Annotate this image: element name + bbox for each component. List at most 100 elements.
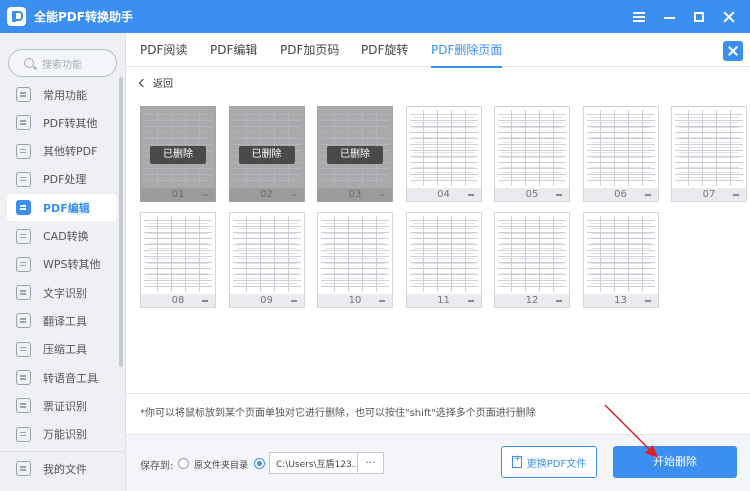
sidebar-item-my-files[interactable]: 我的文件 (7, 455, 117, 482)
sidebar-item-label: 压缩工具 (43, 343, 87, 357)
search-input[interactable]: 搜索功能 (42, 56, 82, 71)
tab-pdf-edit[interactable]: PDF编辑 (210, 33, 257, 67)
deleted-badge: 已删除 (238, 146, 295, 164)
sidebar-item-icon (16, 87, 31, 102)
sidebar-item-icon (16, 171, 31, 187)
sidebar-item[interactable]: PDF转其他 (7, 109, 117, 136)
page-thumbnail[interactable]: 10 (317, 212, 393, 308)
radio-custom-path[interactable] (254, 458, 265, 469)
sidebar-item[interactable]: CAD转换 (7, 223, 117, 250)
minimize-button[interactable] (656, 4, 682, 30)
sidebar-item-label: 其他转PDF (43, 145, 98, 159)
menu-icon (633, 11, 645, 22)
sidebar-item-icon (16, 115, 31, 131)
page-thumbnail[interactable]: 06 (582, 106, 659, 202)
page-preview (409, 110, 478, 186)
page-marker-icon (202, 194, 208, 196)
page-marker-icon (379, 300, 385, 302)
replace-pdf-button[interactable]: 更换PDF文件 (501, 446, 597, 478)
app-title: 全能PDF转换助手 (34, 10, 133, 24)
save-path-field[interactable]: C:\Users\互盾123... ··· (269, 452, 384, 474)
page-marker-icon (644, 194, 651, 196)
page-marker-icon (733, 194, 739, 196)
page-thumbnail[interactable]: 13 (582, 212, 659, 308)
save-to-label: 保存到: (140, 461, 174, 472)
page-preview (498, 216, 566, 292)
page-thumbnail[interactable]: 04 (405, 106, 482, 202)
maximize-button[interactable] (686, 4, 712, 30)
page-thumbnail[interactable]: 11 (405, 212, 482, 308)
tab-pdf-page-number[interactable]: PDF加页码 (280, 33, 339, 67)
tab-pdf-rotate[interactable]: PDF旋转 (361, 33, 408, 67)
chevron-left-icon (138, 78, 148, 87)
sidebar-item[interactable]: 文字识别 (7, 279, 117, 306)
page-thumbnail[interactable]: 03 已删除 (317, 106, 393, 202)
sidebar-item[interactable]: 万能识别 (7, 421, 117, 448)
sidebar: 搜索功能 常用功能 PDF转其他 其他转PDF PDF处理 PDF编辑 CAD转换 WPS转… (0, 33, 126, 491)
browse-path-button[interactable]: ··· (357, 453, 383, 473)
sidebar-item[interactable]: PDF编辑 (7, 194, 117, 222)
back-link[interactable]: 返回 (138, 75, 173, 90)
sidebar-item-icon (16, 256, 31, 272)
close-tab-icon[interactable] (723, 41, 743, 61)
page-thumbnail[interactable]: 07 (671, 106, 747, 202)
deleted-badge: 已删除 (327, 146, 383, 164)
replace-pdf-label: 更换PDF文件 (526, 458, 587, 470)
sidebar-item-label: 转语音工具 (43, 371, 98, 385)
sidebar-item-icon (16, 341, 31, 357)
menu-button[interactable] (626, 4, 652, 30)
tab-pdf-delete-pages[interactable]: PDF删除页面 (431, 33, 503, 68)
sidebar-item-label: PDF转其他 (43, 116, 98, 130)
sidebar-item-icon (16, 426, 31, 442)
page-preview (675, 110, 743, 186)
add-file-icon (511, 454, 522, 468)
page-marker-icon (202, 300, 208, 302)
sidebar-item-icon (16, 370, 31, 385)
sidebar-item-icon (16, 143, 31, 159)
page-thumbnail[interactable]: 05 (494, 106, 570, 202)
folder-icon (16, 461, 31, 476)
sidebar-item[interactable]: 票证识别 (7, 392, 117, 419)
sidebar-item-label: 万能识别 (43, 428, 87, 442)
page-marker-icon (556, 300, 562, 302)
tab-pdf-read[interactable]: PDF阅读 (140, 33, 187, 67)
tab-bar: PDF阅读 PDF编辑 PDF加页码 PDF旋转 PDF删除页面 (126, 33, 750, 68)
sidebar-item-icon (16, 285, 31, 301)
page-thumbnail-grid: 01 已删除 02 已删除 03 已删除 04 05 06 07 08 09 10 11 12 13 (140, 106, 750, 310)
sidebar-item-label: 文字识别 (43, 286, 87, 300)
page-thumbnail[interactable]: 08 (140, 212, 216, 308)
original-folder-label: 原文件夹目录 (194, 461, 249, 471)
sidebar-item-label: WPS转其他 (43, 258, 101, 272)
divider (126, 393, 750, 394)
start-delete-button[interactable]: 开始删除 (613, 446, 737, 478)
maximize-icon (694, 11, 704, 22)
sidebar-item-label: 票证识别 (43, 399, 87, 413)
sidebar-item[interactable]: 转语音工具 (7, 364, 117, 391)
sidebar-item-icon (16, 313, 31, 329)
page-marker-icon (290, 194, 297, 196)
sidebar-item-label: 常用功能 (43, 88, 87, 102)
page-thumbnail[interactable]: 02 已删除 (228, 106, 305, 202)
window-controls (622, 0, 742, 33)
app-logo-icon (7, 7, 26, 26)
sidebar-item[interactable]: 翻译工具 (7, 307, 117, 334)
page-thumbnail[interactable]: 09 (228, 212, 305, 308)
page-thumbnail[interactable]: 01 已删除 (140, 106, 216, 202)
sidebar-item[interactable]: 压缩工具 (7, 336, 117, 363)
radio-original-folder[interactable] (178, 458, 189, 469)
tip-text: *你可以将鼠标放到某个页面单独对它进行删除，也可以按住"shift"选择多个页面… (140, 408, 536, 419)
sidebar-scrollbar[interactable] (119, 77, 123, 367)
page-preview (498, 110, 566, 186)
minimize-icon (663, 16, 675, 19)
page-thumbnail[interactable]: 12 (494, 212, 570, 308)
save-path-value: C:\Users\互盾123... (276, 459, 356, 470)
sidebar-item[interactable]: WPS转其他 (7, 251, 117, 278)
close-button[interactable] (716, 4, 742, 30)
sidebar-item-label: CAD转换 (43, 230, 89, 243)
sidebar-item[interactable]: 其他转PDF (7, 138, 117, 165)
search-box[interactable]: 搜索功能 (8, 49, 117, 77)
sidebar-item-label: 我的文件 (43, 462, 87, 476)
sidebar-item[interactable]: 常用功能 (7, 81, 117, 108)
sidebar-item[interactable]: PDF处理 (7, 166, 117, 193)
page-preview (321, 216, 389, 292)
